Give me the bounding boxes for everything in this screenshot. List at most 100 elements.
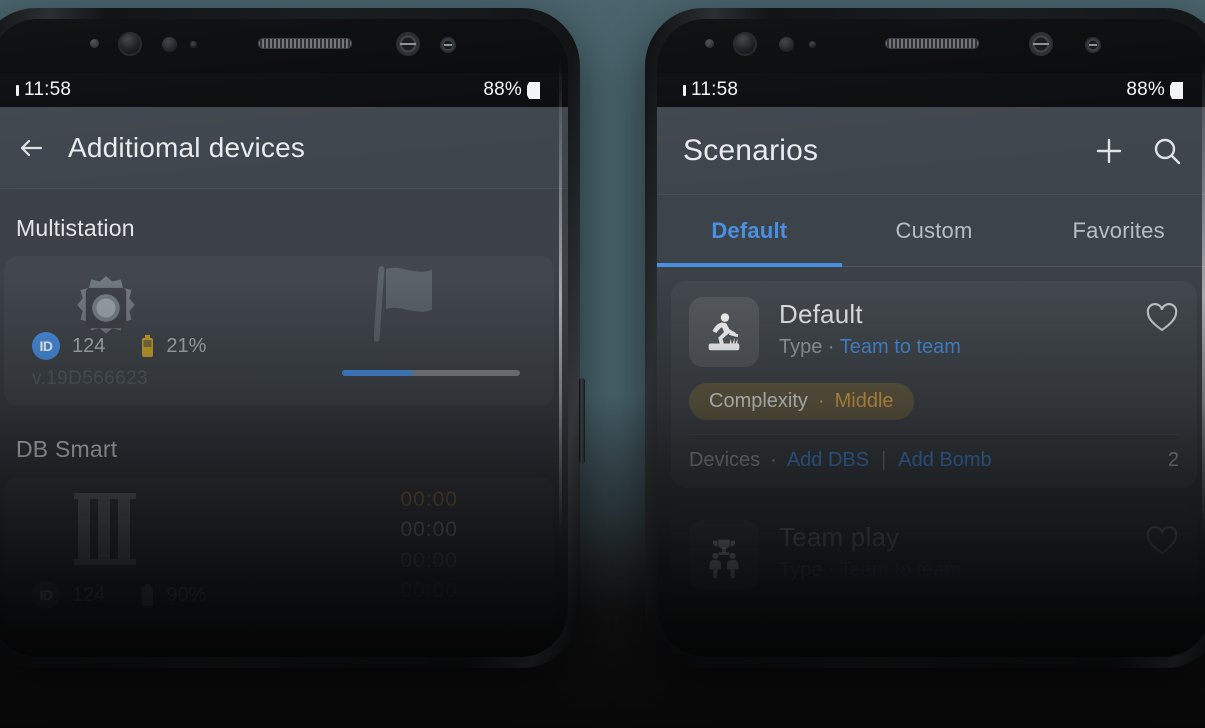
badge-separator: · <box>817 390 825 412</box>
earpiece-speaker-icon <box>885 38 979 49</box>
front-camera-icon <box>118 32 142 56</box>
active-tab-indicator <box>657 263 842 267</box>
multistation-meta: ID 124 21% <box>32 332 206 360</box>
ambient-sensor-icon <box>705 39 714 48</box>
left-phone-device: 11:58 88% Additiomal devices Multistatio… <box>0 8 585 668</box>
device-card-multistation[interactable]: ID 124 21% v.19D566623 <box>4 256 554 406</box>
status-left: 11:58 <box>16 79 71 101</box>
tab-favorites[interactable]: Favorites <box>1026 195 1205 266</box>
add-bomb-link[interactable]: Add Bomb <box>898 449 991 472</box>
status-battery-percent: 88% <box>1126 79 1165 100</box>
type-value-link[interactable]: Team to team <box>840 559 961 581</box>
left-appbar: Additiomal devices <box>0 107 568 189</box>
complexity-badge: Complexity · Middle <box>689 383 914 420</box>
scenario-header: Default Type · Team to team <box>689 297 1179 367</box>
proximity-sensor-icon <box>162 37 177 52</box>
scenario-devices-row: Devices · Add DBS | Add Bomb 2 <box>689 434 1179 488</box>
status-time: 11:58 <box>691 79 739 100</box>
tab-custom[interactable]: Custom <box>842 195 1027 266</box>
scenarios-tabs: Default Custom Favorites <box>657 195 1205 267</box>
back-arrow-icon[interactable] <box>16 133 46 163</box>
type-label: Type <box>779 559 823 581</box>
additional-devices-screen: Additiomal devices Multistation ID 124 2… <box>0 107 568 657</box>
iris-led-icon <box>440 37 456 53</box>
left-phone-side-button[interactable] <box>579 378 585 464</box>
runner-icon <box>689 297 759 367</box>
left-phone-status-bar: 11:58 88% <box>0 73 568 107</box>
heart-outline-icon[interactable] <box>1145 524 1179 558</box>
link-divider: | <box>881 449 887 471</box>
multistation-progress-bar <box>342 370 520 376</box>
devices-count: 2 <box>1167 449 1179 471</box>
earpiece-speaker-icon <box>258 38 352 49</box>
right-phone-sensor-strip <box>657 19 1205 73</box>
timer-value: 00:00 <box>400 579 458 603</box>
firmware-version: v.19D566623 <box>32 368 149 389</box>
right-phone-device: 11:58 88% Scenarios Default Custom Favor… <box>645 8 1205 668</box>
id-value: 124 <box>72 583 106 606</box>
signal-icon <box>683 84 686 96</box>
front-camera-icon <box>733 32 757 56</box>
search-icon[interactable] <box>1149 133 1185 169</box>
battery-value: 90% <box>166 583 207 606</box>
battery-icon <box>527 81 542 99</box>
heart-outline-icon[interactable] <box>1145 301 1179 335</box>
proximity-sensor-icon <box>779 37 794 52</box>
plus-icon[interactable] <box>1091 133 1127 169</box>
left-phone-bezel: 11:58 88% Additiomal devices Multistatio… <box>0 19 568 657</box>
led-indicator-icon <box>190 41 197 48</box>
iris-scanner-icon <box>1029 32 1053 56</box>
battery-icon <box>141 584 154 606</box>
scenario-title: Default <box>779 299 863 329</box>
flag-icon <box>373 266 436 342</box>
device-card-db-smart[interactable]: ID 124 90% 00:00 00:00 00:00 00:00 <box>4 477 554 647</box>
right-phone-status-bar: 11:58 88% <box>657 73 1205 107</box>
scenario-title: Team play <box>779 522 900 552</box>
add-dbs-link[interactable]: Add DBS <box>787 449 869 472</box>
progress-fill <box>342 370 414 376</box>
timer-value: 00:00 <box>400 518 458 542</box>
scenario-info: Default Type · Team to team <box>779 297 1125 359</box>
status-time: 11:58 <box>24 79 72 100</box>
battery-icon <box>141 335 154 357</box>
screenshot-stage: 11:58 88% Additiomal devices Multistatio… <box>0 0 1205 728</box>
id-badge: ID <box>32 332 60 360</box>
db-smart-timer-list: 00:00 00:00 00:00 00:00 <box>400 485 458 607</box>
scenario-card[interactable]: Team play Type · Team to team <box>671 504 1197 608</box>
status-right: 88% <box>1126 79 1185 101</box>
status-right: 88% <box>483 79 542 101</box>
timer-value: 00:00 <box>400 548 458 572</box>
timer-value: 00:00 <box>400 488 458 511</box>
type-value-link[interactable]: Team to team <box>840 336 961 358</box>
scenario-card[interactable]: Default Type · Team to team Complexity ·… <box>671 281 1197 488</box>
battery-icon <box>1170 81 1185 99</box>
scenario-type-row: Type · Team to team <box>779 559 1125 582</box>
team-icon <box>689 520 759 590</box>
id-value: 124 <box>72 334 106 357</box>
left-phone-screen: 11:58 88% Additiomal devices Multistatio… <box>0 19 568 657</box>
badge-label: Complexity <box>709 390 808 412</box>
devices-separator: · <box>770 449 777 471</box>
db-smart-meta: ID 124 90% <box>32 581 206 609</box>
type-label: Type <box>779 336 823 358</box>
page-title: Scenarios <box>683 133 819 167</box>
section-label-multistation: Multistation <box>16 215 135 241</box>
right-appbar: Scenarios <box>657 107 1205 195</box>
scenario-info: Team play Type · Team to team <box>779 520 1125 582</box>
right-phone-bezel: 11:58 88% Scenarios Default Custom Favor… <box>657 19 1205 657</box>
iris-led-icon <box>1085 37 1101 53</box>
left-phone-sensor-strip <box>0 19 568 73</box>
badge-value: Middle <box>834 390 894 412</box>
devices-label: Devices <box>689 449 761 471</box>
scenario-type-row: Type · Team to team <box>779 336 1125 359</box>
id-badge: ID <box>32 581 60 609</box>
right-phone-screen: 11:58 88% Scenarios Default Custom Favor… <box>657 19 1205 657</box>
tab-default[interactable]: Default <box>657 195 842 266</box>
battery-value: 21% <box>166 334 207 357</box>
led-indicator-icon <box>809 41 816 48</box>
status-left: 11:58 <box>683 79 738 101</box>
page-title: Additiomal devices <box>68 131 306 163</box>
signal-icon <box>16 84 19 96</box>
type-separator: · <box>827 336 835 358</box>
scenario-header: Team play Type · Team to team <box>689 520 1179 590</box>
